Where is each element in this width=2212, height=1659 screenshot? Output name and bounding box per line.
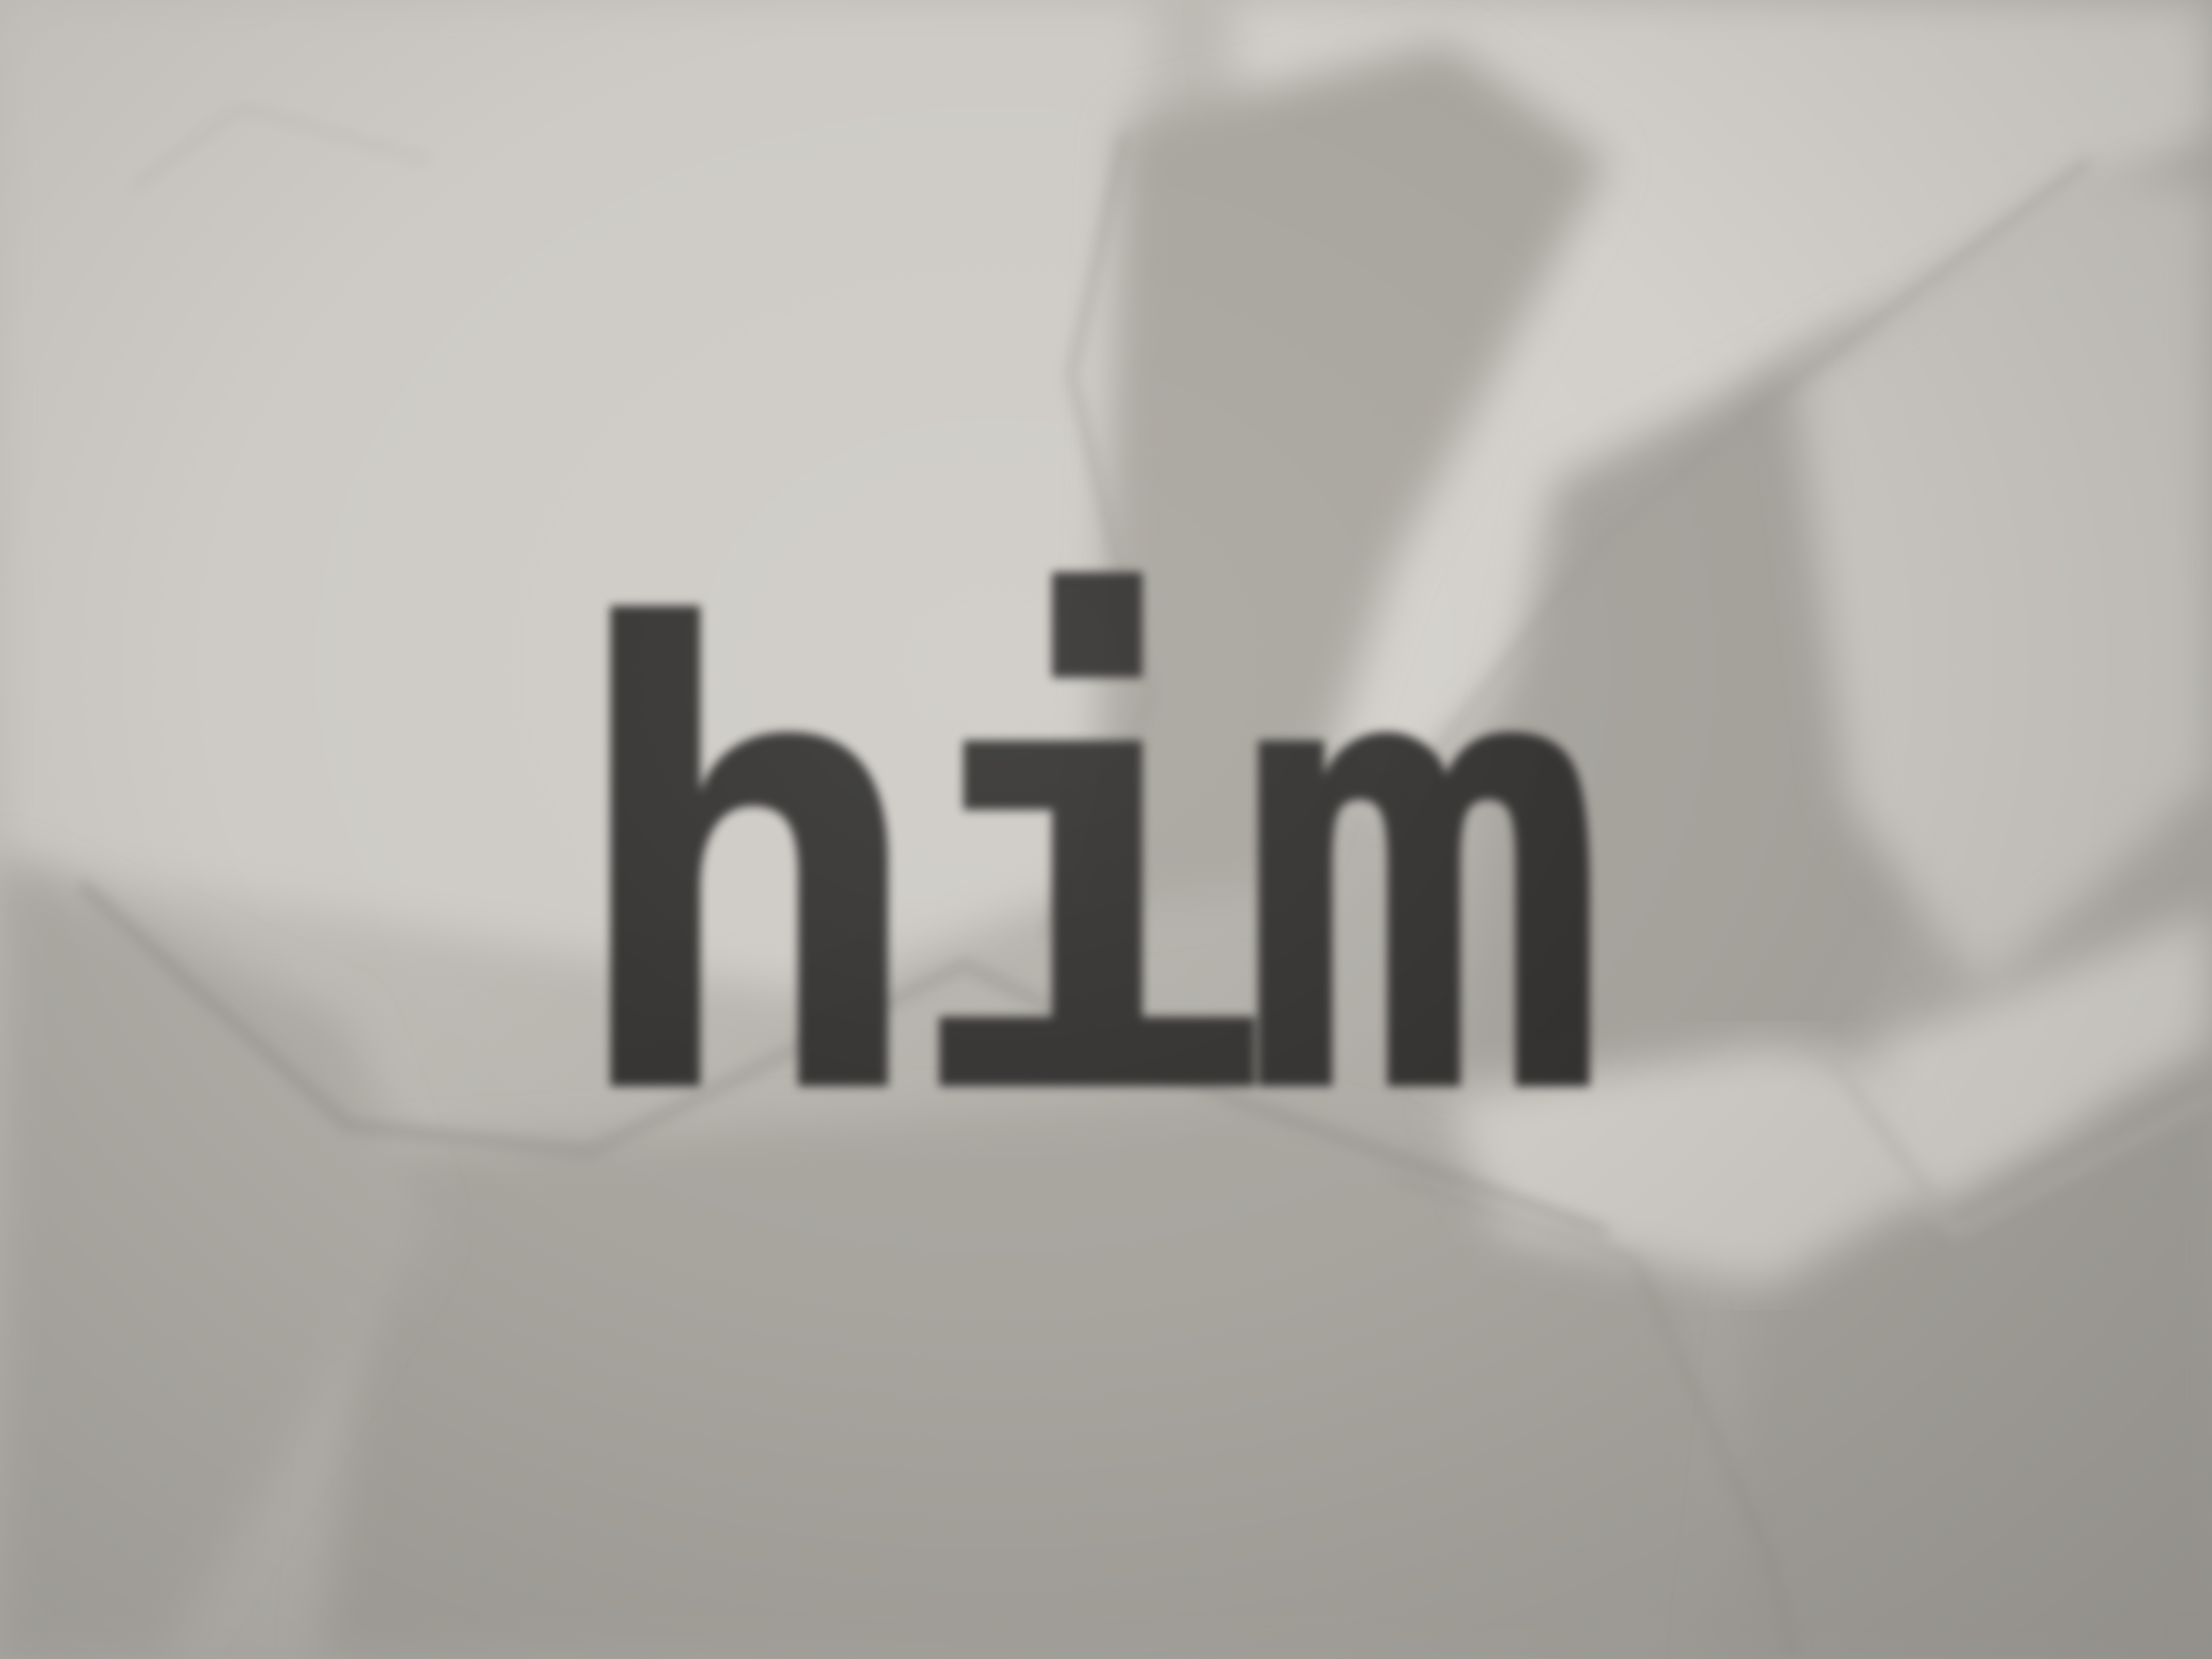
crumpled-paper-photo: him xyxy=(0,0,2212,1659)
printed-word: him xyxy=(557,500,1613,1236)
